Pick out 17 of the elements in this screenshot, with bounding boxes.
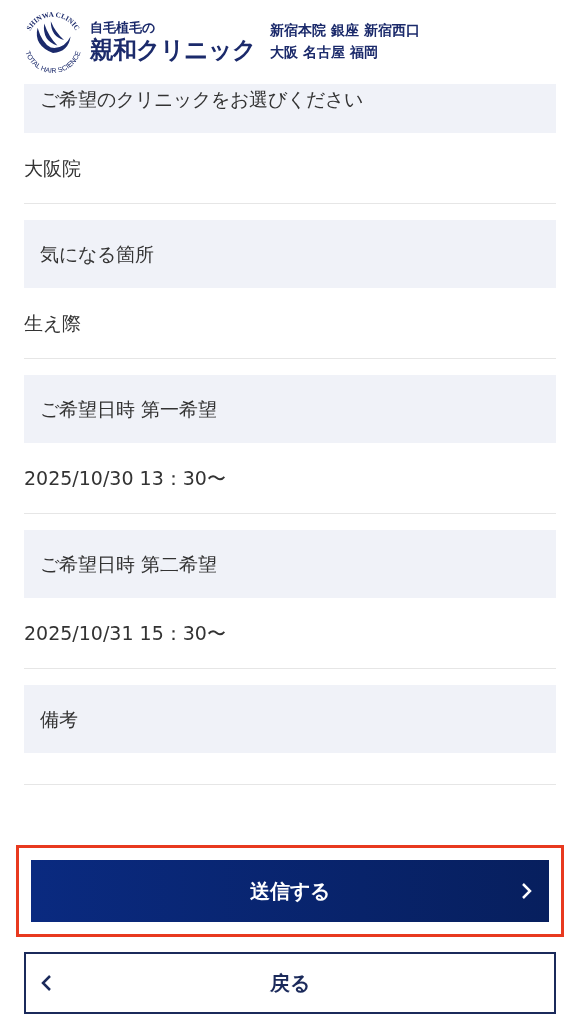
submit-button[interactable]: 送信する [31,860,549,922]
back-button[interactable]: 戻る [24,952,556,1014]
field-value: 2025/10/30 13：30〜 [24,465,226,491]
chevron-right-icon [521,882,533,900]
field-label: ご希望のクリニックをお選びください [24,84,556,133]
clinic-locations: 大阪 名古屋 福岡 [270,43,379,61]
field-label: 備考 [24,685,556,753]
field-label: ご希望日時 第二希望 [24,530,556,598]
field-value: 2025/10/31 15：30〜 [24,620,226,646]
field-label: 気になる箇所 [24,220,556,288]
field-label: ご希望日時 第一希望 [24,375,556,443]
tagline: 自毛植毛の [90,20,156,34]
clinic-locations: 新宿本院 銀座 新宿西口 [270,21,420,39]
field-value: 大阪院 [24,155,81,181]
field-value: 生え際 [24,310,81,336]
chevron-left-icon [40,974,52,992]
clinic-logo-name: 親和クリニック [90,37,256,62]
